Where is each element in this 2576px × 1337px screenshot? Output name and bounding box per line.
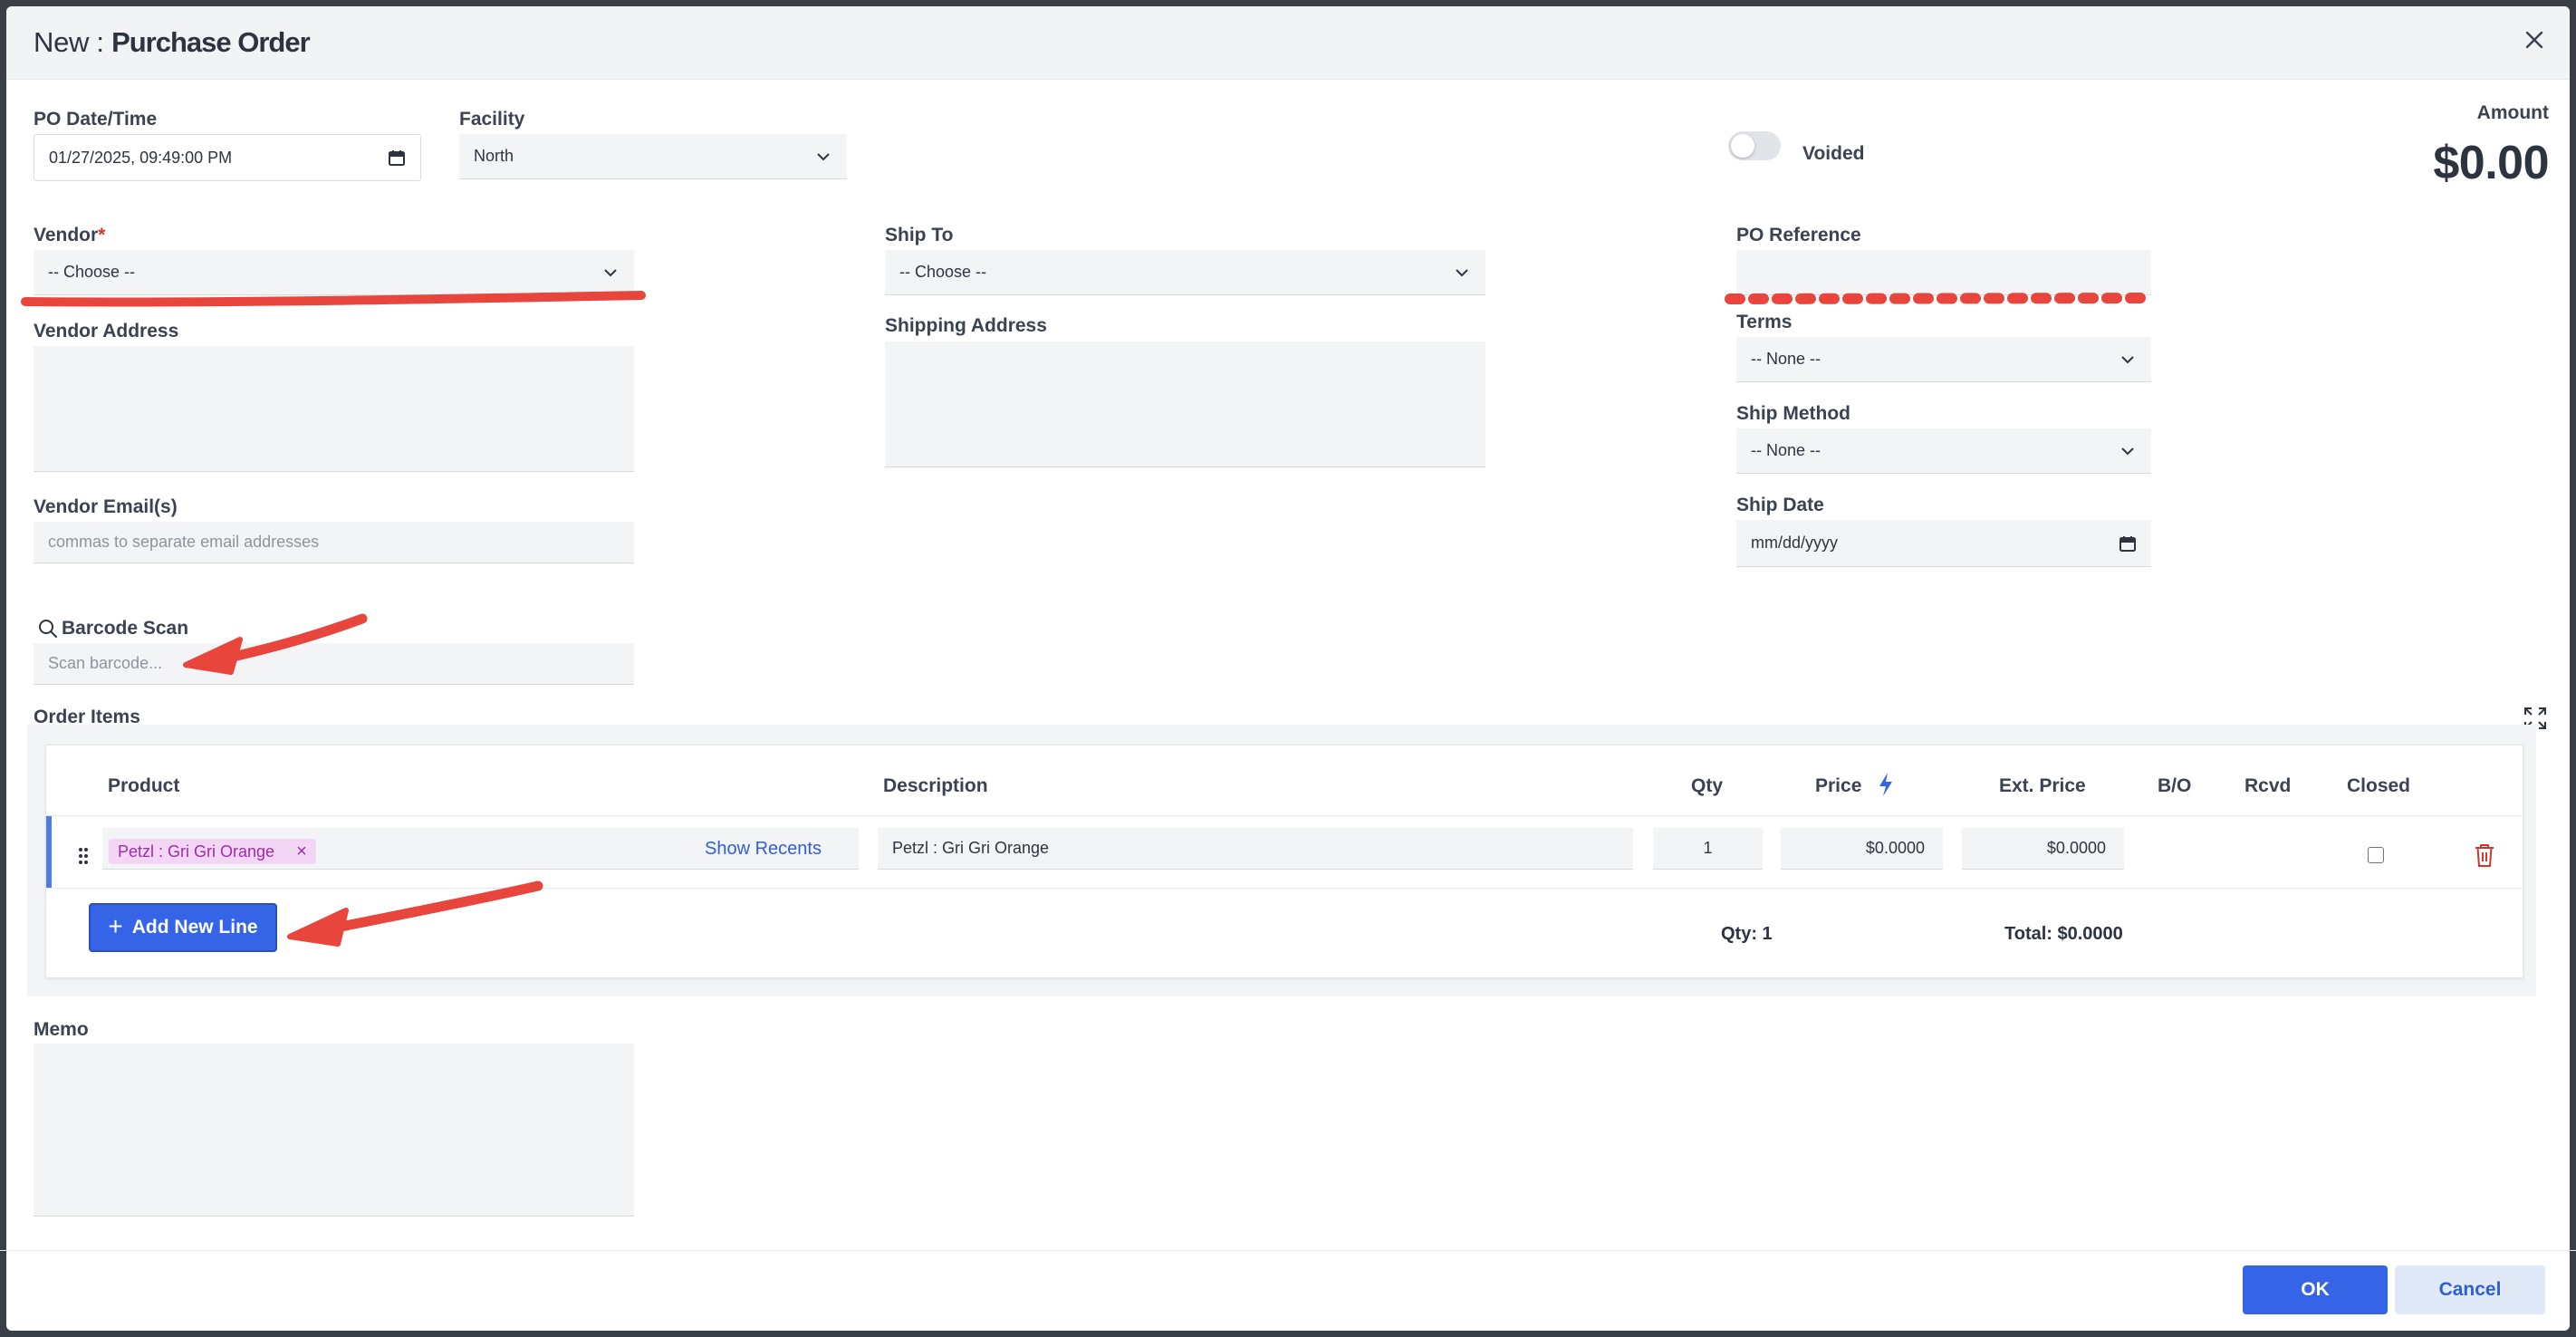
row-accent	[46, 816, 52, 888]
description-value: Petzl : Gri Gri Orange	[892, 839, 1050, 857]
terms-value: -- None --	[1751, 350, 1821, 368]
closed-checkbox[interactable]	[2368, 847, 2384, 863]
vendor-address-textarea[interactable]	[34, 346, 634, 472]
vendor-address-label: Vendor Address	[34, 321, 179, 341]
chevron-down-icon	[604, 268, 617, 276]
product-tag: Petzl : Gri Gri Orange ×	[109, 839, 316, 864]
vendor-label-text: Vendor	[34, 225, 99, 245]
plus-icon: +	[108, 911, 123, 940]
amount-value: $0.00	[2433, 137, 2549, 189]
facility-value: North	[474, 147, 514, 165]
chevron-down-icon	[1456, 268, 1468, 276]
col-ext-price: Ext. Price	[1999, 775, 2086, 796]
ext-price-input[interactable]: $0.0000	[1962, 828, 2124, 870]
total-amount: Total: $0.0000	[2004, 924, 2123, 944]
close-icon[interactable]	[2519, 24, 2550, 55]
product-tag-label: Petzl : Gri Gri Orange	[118, 842, 275, 861]
barcode-scan-input[interactable]: Scan barcode...	[34, 643, 634, 685]
row-divider	[46, 815, 2522, 816]
amount-label: Amount	[2476, 102, 2549, 123]
trash-icon[interactable]	[2474, 842, 2495, 868]
qty-value: 1	[1703, 839, 1713, 857]
ship-method-label: Ship Method	[1736, 403, 1850, 424]
footer-divider	[0, 1250, 2576, 1251]
remove-tag-icon[interactable]: ×	[296, 842, 307, 862]
ship-date-input[interactable]: mm/dd/yyyy	[1736, 520, 2151, 567]
po-datetime-input[interactable]: 01/27/2025, 09:49:00 PM	[34, 134, 421, 181]
po-reference-label: PO Reference	[1736, 225, 1861, 245]
cancel-button[interactable]: Cancel	[2395, 1265, 2545, 1314]
modal-title: New : Purchase Order	[34, 26, 311, 59]
po-datetime-label: PO Date/Time	[34, 109, 158, 130]
search-icon	[39, 620, 57, 638]
col-qty: Qty	[1691, 775, 1724, 796]
voided-label: Voided	[1802, 143, 1865, 164]
ship-method-value: -- None --	[1751, 441, 1821, 459]
ship-method-select[interactable]: -- None --	[1736, 428, 2151, 474]
toggle-knob	[1731, 134, 1754, 158]
vendor-emails-placeholder: commas to separate email addresses	[48, 533, 320, 551]
po-reference-input[interactable]	[1736, 250, 2151, 295]
vendor-label: Vendor*	[34, 225, 105, 246]
drag-handle-icon[interactable]	[78, 847, 89, 865]
ship-to-label: Ship To	[885, 225, 954, 245]
col-closed: Closed	[2347, 775, 2411, 796]
title-main: Purchase Order	[111, 26, 311, 58]
chevron-down-icon	[2121, 355, 2134, 363]
total-qty: Qty: 1	[1721, 924, 1773, 944]
barcode-scan-label: Barcode Scan	[62, 618, 189, 639]
memo-label: Memo	[34, 1019, 89, 1040]
modal-header: New : Purchase Order	[6, 6, 2570, 80]
chevron-down-icon	[2121, 447, 2134, 455]
row-divider	[46, 888, 2522, 889]
barcode-scan-placeholder: Scan barcode...	[48, 654, 163, 672]
vendor-value: -- Choose --	[48, 263, 136, 281]
vendor-emails-input[interactable]: commas to separate email addresses	[34, 522, 634, 563]
terms-label: Terms	[1736, 312, 1793, 332]
col-price: Price	[1815, 775, 1862, 796]
chevron-down-icon	[817, 152, 830, 160]
vendor-select[interactable]: -- Choose --	[34, 250, 634, 295]
required-mark: *	[98, 225, 106, 245]
col-product: Product	[108, 775, 180, 796]
calendar-icon[interactable]	[388, 149, 406, 167]
price-input[interactable]: $0.0000	[1781, 828, 1943, 870]
lightning-icon[interactable]	[1877, 772, 1895, 797]
ship-to-select[interactable]: -- Choose --	[885, 250, 1485, 295]
description-input[interactable]: Petzl : Gri Gri Orange	[878, 828, 1633, 870]
terms-select[interactable]: -- None --	[1736, 337, 2151, 382]
po-datetime-value: 01/27/2025, 09:49:00 PM	[49, 148, 233, 167]
ext-price-value: $0.0000	[2046, 839, 2106, 857]
facility-select[interactable]: North	[459, 134, 847, 179]
voided-toggle[interactable]	[1728, 131, 1781, 160]
shipping-address-label: Shipping Address	[885, 315, 1047, 336]
col-bo: B/O	[2158, 775, 2192, 796]
ship-date-label: Ship Date	[1736, 495, 1824, 515]
ok-button[interactable]: OK	[2243, 1265, 2388, 1314]
facility-label: Facility	[459, 109, 525, 130]
ship-date-value: mm/dd/yyyy	[1751, 534, 1839, 552]
vendor-emails-label: Vendor Email(s)	[34, 496, 178, 517]
col-description: Description	[883, 775, 988, 796]
title-prefix: New :	[34, 26, 112, 58]
add-new-line-button[interactable]: + Add New Line	[89, 903, 277, 952]
memo-textarea[interactable]	[34, 1044, 634, 1217]
price-value: $0.0000	[1865, 839, 1925, 857]
qty-input[interactable]: 1	[1653, 828, 1763, 870]
ship-to-value: -- Choose --	[899, 263, 987, 281]
shipping-address-textarea[interactable]	[885, 341, 1485, 467]
add-new-line-label: Add New Line	[131, 917, 258, 938]
calendar-icon[interactable]	[2119, 534, 2137, 553]
show-recents-link[interactable]: Show Recents	[705, 839, 822, 860]
col-rcvd: Rcvd	[2244, 775, 2292, 796]
